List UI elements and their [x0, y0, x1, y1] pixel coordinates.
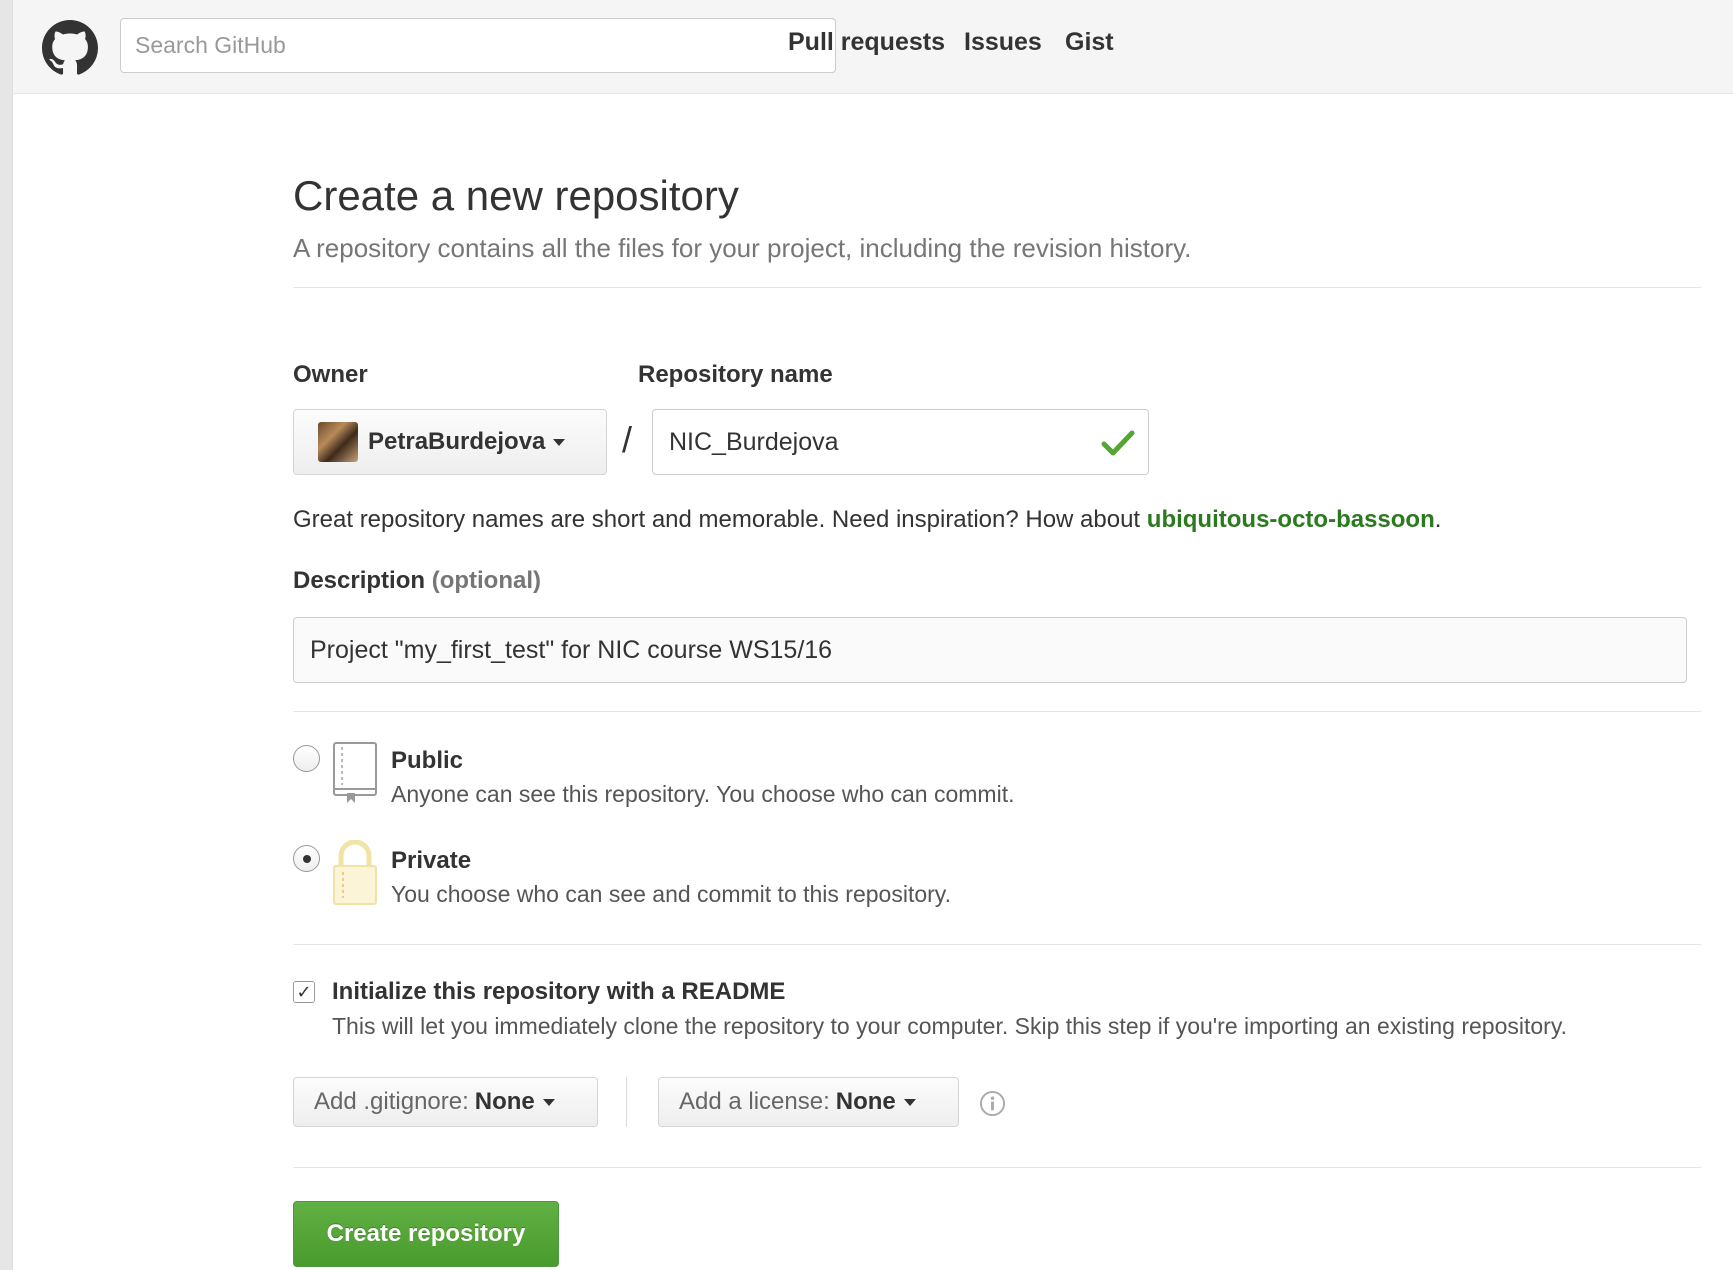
- public-option-desc: Anyone can see this repository. You choo…: [391, 781, 1015, 807]
- search-input[interactable]: [120, 18, 836, 73]
- public-option-title: Public: [391, 747, 464, 774]
- suggested-name-link[interactable]: ubiquitous-octo-bassoon: [1147, 506, 1435, 533]
- check-icon: [1101, 430, 1135, 456]
- description-label: Description (optional): [293, 567, 541, 595]
- private-radio[interactable]: [293, 845, 320, 872]
- readme-title: Initialize this repository with a README: [332, 978, 786, 1005]
- nav-issues[interactable]: Issues: [964, 28, 1042, 57]
- readme-desc: This will let you immediately clone the …: [332, 1013, 1568, 1039]
- repo-name-label: Repository name: [638, 361, 833, 388]
- license-label: Add a license:: [679, 1088, 830, 1115]
- page-frame: Pull requests Issues Gist Create a new r…: [12, 0, 1733, 1270]
- avatar: [318, 422, 358, 462]
- nav-pull-requests[interactable]: Pull requests: [788, 28, 945, 57]
- divider: [293, 287, 1701, 288]
- owner-label: Owner: [293, 361, 368, 388]
- divider: [293, 711, 1701, 712]
- top-header: Pull requests Issues Gist: [13, 0, 1733, 94]
- page-title: Create a new repository: [293, 172, 739, 219]
- info-icon[interactable]: [979, 1090, 1006, 1117]
- private-option-title: Private: [391, 847, 472, 874]
- vertical-separator: [626, 1077, 627, 1127]
- github-logo-icon[interactable]: [42, 20, 98, 76]
- divider: [293, 1167, 1701, 1168]
- description-input[interactable]: [293, 617, 1687, 683]
- license-dropdown[interactable]: Add a license: None: [658, 1077, 959, 1127]
- divider: [293, 944, 1701, 945]
- create-repository-button[interactable]: Create repository: [293, 1201, 559, 1267]
- hint-text: Great repository names are short and mem…: [293, 506, 1147, 533]
- repo-name-input[interactable]: [652, 409, 1149, 475]
- caret-down-icon: [553, 438, 566, 446]
- lock-icon: [333, 840, 377, 905]
- license-value: None: [835, 1088, 896, 1115]
- repo-book-icon: [333, 742, 377, 803]
- gitignore-value: None: [474, 1088, 535, 1115]
- owner-name: PetraBurdejova: [368, 428, 546, 455]
- gitignore-dropdown[interactable]: Add .gitignore: None: [293, 1077, 598, 1127]
- owner-dropdown[interactable]: PetraBurdejova: [293, 409, 607, 475]
- public-radio[interactable]: [293, 745, 320, 772]
- description-label-text: Description: [293, 567, 426, 594]
- private-option-desc: You choose who can see and commit to thi…: [391, 881, 951, 907]
- radio-selected-dot: [303, 855, 311, 863]
- nav-gist[interactable]: Gist: [1065, 28, 1114, 57]
- gitignore-label: Add .gitignore:: [314, 1088, 469, 1115]
- caret-down-icon: [903, 1098, 916, 1106]
- optional-note: (optional): [431, 567, 542, 594]
- owner-repo-separator: /: [622, 419, 633, 460]
- hint-end: .: [1434, 506, 1442, 533]
- page-subtitle: A repository contains all the files for …: [293, 233, 1192, 263]
- readme-checkbox[interactable]: ✓: [293, 981, 315, 1003]
- caret-down-icon: [542, 1098, 555, 1106]
- repo-name-hint: Great repository names are short and mem…: [293, 506, 1441, 534]
